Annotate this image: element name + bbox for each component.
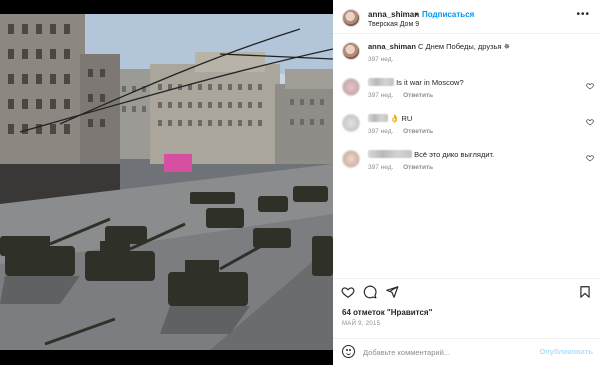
likes-count[interactable]: 64 отметок "Нравится" <box>342 308 432 317</box>
like-comment-heart-icon[interactable] <box>586 118 594 126</box>
post-photo[interactable] <box>0 14 333 350</box>
caption-item: anna_shiman С Днем Победы, друзья ✵ 397 … <box>333 34 600 70</box>
comment-item: 👌 RU 397 нед. Ответить <box>333 106 600 142</box>
add-comment-bar: Опубликовать <box>333 338 600 365</box>
comment-text: Всё это дико выглядит. <box>414 150 495 159</box>
comment-time[interactable]: 397 нед. <box>368 92 393 99</box>
post-location[interactable]: Тверская Дом 9 <box>368 21 419 28</box>
comment-item: Всё это дико выглядит. 397 нед. Ответить <box>333 142 600 178</box>
author-avatar[interactable] <box>342 9 360 27</box>
author-username[interactable]: anna_shiman <box>368 10 419 19</box>
commenter-username-blurred[interactable] <box>368 78 394 86</box>
reply-button[interactable]: Ответить <box>403 128 433 135</box>
post-header: anna_shiman • Подписаться Тверская Дом 9… <box>333 0 600 34</box>
comment-time[interactable]: 397 нед. <box>368 164 393 171</box>
commenter-username-blurred[interactable] <box>368 150 412 158</box>
comment-body: Is it war in Moscow? <box>368 78 464 87</box>
caption-username[interactable]: anna_shiman <box>368 42 416 51</box>
comment-meta: 397 нед. Ответить <box>368 128 433 135</box>
follow-button[interactable]: Подписаться <box>422 10 474 19</box>
add-comment-input[interactable] <box>363 346 533 358</box>
reply-button[interactable]: Ответить <box>403 164 433 171</box>
comment-bubble-icon[interactable] <box>363 285 377 299</box>
comment-meta: 397 нед. Ответить <box>368 164 433 171</box>
emoji-smiley-icon[interactable] <box>342 345 355 358</box>
post-comment-button[interactable]: Опубликовать <box>539 347 593 356</box>
comments-list[interactable]: anna_shiman С Днем Победы, друзья ✵ 397 … <box>333 34 600 278</box>
post-side-panel: anna_shiman • Подписаться Тверская Дом 9… <box>333 0 600 365</box>
like-comment-heart-icon[interactable] <box>586 154 594 162</box>
like-heart-icon[interactable] <box>341 285 355 299</box>
like-comment-heart-icon[interactable] <box>586 82 594 90</box>
author-avatar[interactable] <box>342 42 360 60</box>
comment-meta: 397 нед. Ответить <box>368 92 433 99</box>
save-bookmark-icon[interactable] <box>578 285 592 299</box>
comment-item: Is it war in Moscow? 397 нед. Ответить <box>333 70 600 106</box>
parade-photo-image <box>0 14 333 350</box>
caption-body: anna_shiman С Днем Победы, друзья ✵ <box>368 42 510 51</box>
comment-text: Is it war in Moscow? <box>396 78 464 87</box>
caption-meta: 397 нед. <box>368 56 393 63</box>
caption-time[interactable]: 397 нед. <box>368 56 393 63</box>
post-actions: 64 отметок "Нравится" МАЙ 9, 2015 <box>333 278 600 338</box>
comment-time[interactable]: 397 нед. <box>368 128 393 135</box>
share-paper-plane-icon[interactable] <box>385 285 399 299</box>
more-horizontal-icon[interactable]: ••• <box>576 9 590 20</box>
comment-body: Всё это дико выглядит. <box>368 150 494 159</box>
commenter-username-blurred[interactable] <box>368 114 388 122</box>
caption-text: С Днем Победы, друзья <box>418 42 502 51</box>
separator-dot: • <box>415 10 418 19</box>
commenter-avatar[interactable] <box>342 114 360 132</box>
comment-body: 👌 RU <box>368 114 412 123</box>
comment-text: 👌 RU <box>390 114 413 123</box>
post-modal: anna_shiman • Подписаться Тверская Дом 9… <box>0 0 600 365</box>
post-date[interactable]: МАЙ 9, 2015 <box>342 321 380 327</box>
caption-emoji: ✵ <box>503 42 510 51</box>
commenter-avatar[interactable] <box>342 150 360 168</box>
commenter-avatar[interactable] <box>342 78 360 96</box>
reply-button[interactable]: Ответить <box>403 92 433 99</box>
